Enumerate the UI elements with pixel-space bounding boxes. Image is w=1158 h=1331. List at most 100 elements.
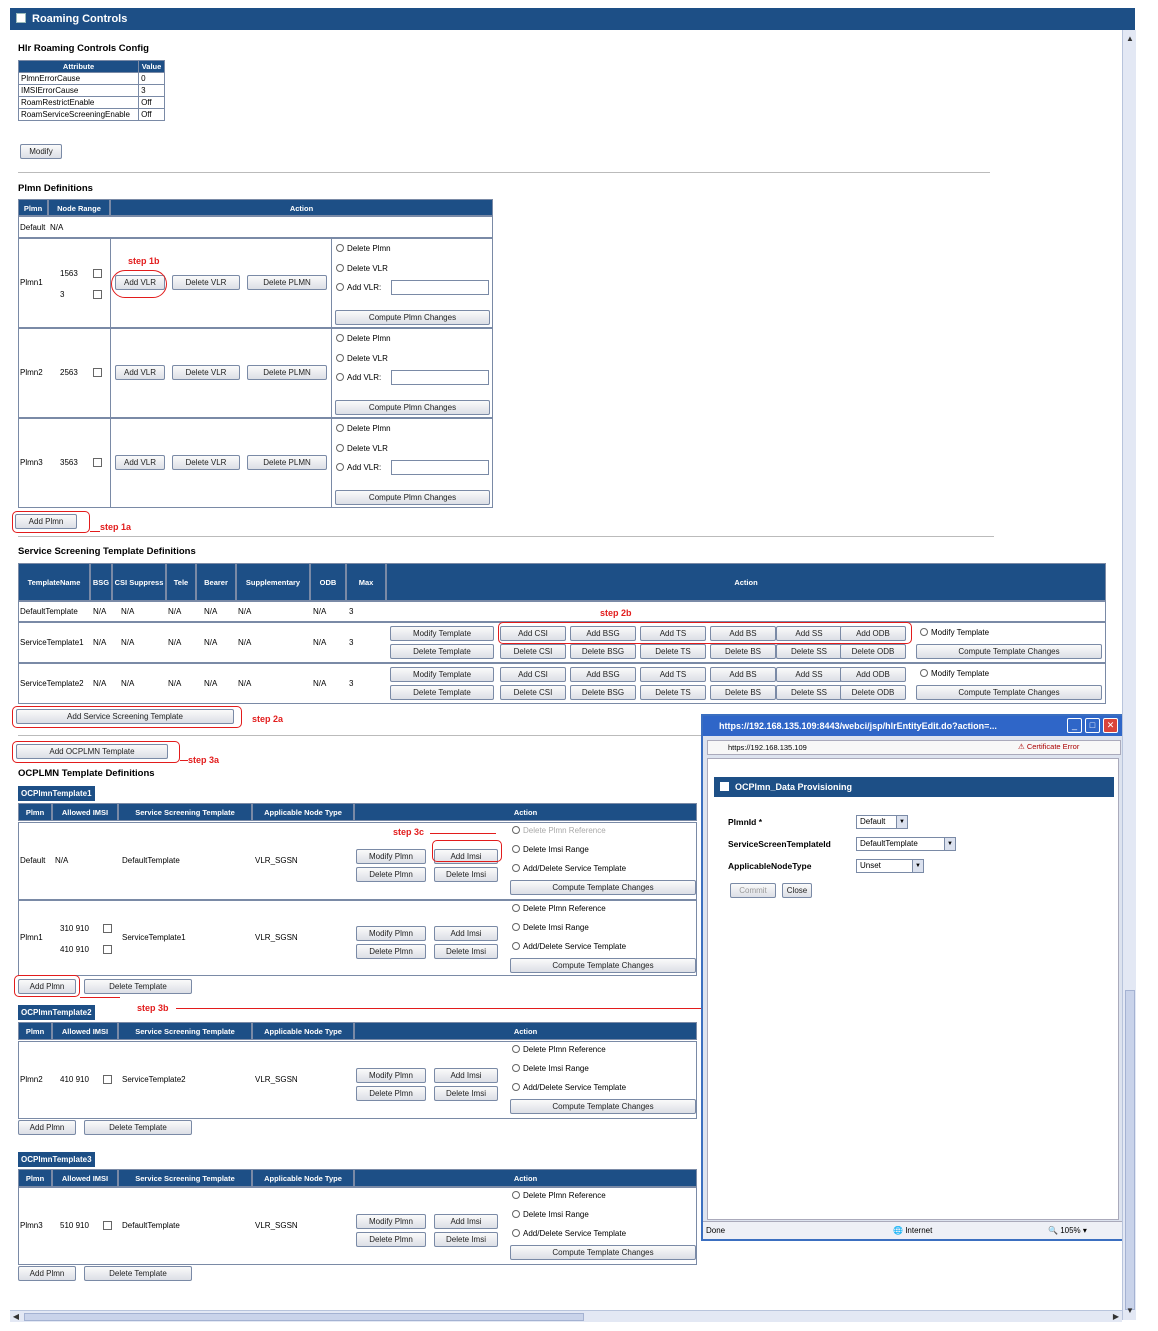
modify-template-button[interactable]: Modify Template — [390, 626, 494, 641]
add-delete-sst-radio[interactable]: Add/Delete Service Template — [512, 864, 626, 873]
delete-template-button[interactable]: Delete Template — [84, 1120, 192, 1135]
radio-icon[interactable] — [336, 334, 344, 342]
scroll-down-icon[interactable]: ▼ — [1124, 1304, 1136, 1318]
radio-icon[interactable] — [512, 845, 520, 853]
modify-plmn-button[interactable]: Modify Plmn — [356, 1068, 426, 1083]
delete-plmn-radio[interactable]: Delete Plmn — [336, 334, 391, 343]
radio-icon[interactable] — [512, 1064, 520, 1072]
radio-icon[interactable] — [336, 373, 344, 381]
delete-plmn-reference-radio[interactable]: Delete Plmn Reference — [512, 1191, 606, 1200]
delete-plmn-radio[interactable]: Delete Plmn — [336, 424, 391, 433]
delete-imsi-button[interactable]: Delete Imsi — [434, 1232, 498, 1247]
modify-plmn-button[interactable]: Modify Plmn — [356, 849, 426, 864]
radio-icon[interactable] — [512, 1083, 520, 1091]
delete-ts-button[interactable]: Delete TS — [640, 644, 706, 659]
add-ss-button[interactable]: Add SS — [776, 667, 842, 682]
delete-odb-button[interactable]: Delete ODB — [840, 644, 906, 659]
row-checkbox[interactable] — [93, 368, 102, 377]
compute-template-button[interactable]: Compute Template Changes — [510, 1245, 696, 1260]
delete-plmn-button[interactable]: Delete PLMN — [247, 455, 327, 470]
radio-icon[interactable] — [512, 942, 520, 950]
close-button[interactable]: Close — [782, 883, 812, 898]
delete-ss-button[interactable]: Delete SS — [776, 685, 842, 700]
delete-plmn-reference-radio[interactable]: Delete Plmn Reference — [512, 904, 606, 913]
delete-plmn-reference-radio[interactable]: Delete Plmn Reference — [512, 826, 606, 835]
delete-template-button[interactable]: Delete Template — [390, 644, 494, 659]
radio-icon[interactable] — [336, 354, 344, 362]
add-vlr-button[interactable]: Add VLR — [115, 365, 165, 380]
commit-button[interactable]: Commit — [730, 883, 776, 898]
delete-template-button[interactable]: Delete Template — [84, 1266, 192, 1281]
radio-icon[interactable] — [512, 1045, 520, 1053]
delete-ts-button[interactable]: Delete TS — [640, 685, 706, 700]
delete-plmn-button[interactable]: Delete PLMN — [247, 275, 327, 290]
add-csi-button[interactable]: Add CSI — [500, 667, 566, 682]
maximize-icon[interactable]: □ — [1085, 718, 1100, 733]
add-imsi-button[interactable]: Add Imsi — [434, 926, 498, 941]
modify-template-radio[interactable]: Modify Template — [920, 628, 989, 637]
radio-icon[interactable] — [920, 669, 928, 677]
radio-icon[interactable] — [512, 923, 520, 931]
modify-button[interactable]: Modify — [20, 144, 62, 159]
scroll-up-icon[interactable]: ▲ — [1124, 32, 1136, 46]
compute-template-button[interactable]: Compute Template Changes — [510, 1099, 696, 1114]
delete-bs-button[interactable]: Delete BS — [710, 644, 776, 659]
radio-icon[interactable] — [920, 628, 928, 636]
add-vlr-input[interactable] — [391, 370, 489, 385]
delete-imsi-range-radio[interactable]: Delete Imsi Range — [512, 845, 589, 854]
add-delete-sst-radio[interactable]: Add/Delete Service Template — [512, 942, 626, 951]
vertical-scrollbar[interactable]: ▲ ▼ — [1122, 30, 1136, 1320]
add-vlr-button[interactable]: Add VLR — [115, 455, 165, 470]
add-vlr-radio[interactable]: Add VLR: — [336, 373, 381, 382]
delete-plmn-reference-radio[interactable]: Delete Plmn Reference — [512, 1045, 606, 1054]
radio-icon[interactable] — [336, 283, 344, 291]
delete-plmn-button[interactable]: Delete Plmn — [356, 1232, 426, 1247]
plmnid-select[interactable]: Default ▼ — [856, 815, 908, 829]
delete-imsi-range-radio[interactable]: Delete Imsi Range — [512, 1210, 589, 1219]
delete-ss-button[interactable]: Delete SS — [776, 644, 842, 659]
delete-bsg-button[interactable]: Delete BSG — [570, 685, 636, 700]
radio-icon[interactable] — [512, 864, 520, 872]
delete-vlr-button[interactable]: Delete VLR — [172, 275, 240, 290]
row-checkbox[interactable] — [103, 1221, 112, 1230]
radio-icon[interactable] — [512, 1229, 520, 1237]
node-type-select[interactable]: Unset ▼ — [856, 859, 924, 873]
row-checkbox[interactable] — [103, 945, 112, 954]
radio-icon[interactable] — [512, 904, 520, 912]
delete-vlr-radio[interactable]: Delete VLR — [336, 444, 388, 453]
radio-icon[interactable] — [336, 424, 344, 432]
radio-icon[interactable] — [336, 264, 344, 272]
radio-icon[interactable] — [336, 244, 344, 252]
modify-plmn-button[interactable]: Modify Plmn — [356, 1214, 426, 1229]
delete-plmn-button[interactable]: Delete PLMN — [247, 365, 327, 380]
delete-imsi-range-radio[interactable]: Delete Imsi Range — [512, 923, 589, 932]
add-plmn-button[interactable]: Add Plmn — [18, 1266, 76, 1281]
compute-plmn-button[interactable]: Compute Plmn Changes — [335, 400, 490, 415]
add-vlr-input[interactable] — [391, 460, 489, 475]
delete-bs-button[interactable]: Delete BS — [710, 685, 776, 700]
delete-vlr-button[interactable]: Delete VLR — [172, 455, 240, 470]
zoom-control[interactable]: 🔍 105% ▾ — [1048, 1222, 1087, 1240]
add-ts-button[interactable]: Add TS — [640, 667, 706, 682]
delete-bsg-button[interactable]: Delete BSG — [570, 644, 636, 659]
add-delete-sst-radio[interactable]: Add/Delete Service Template — [512, 1083, 626, 1092]
sst-id-select[interactable]: DefaultTemplate ▼ — [856, 837, 956, 851]
delete-plmn-radio[interactable]: Delete Plmn — [336, 244, 391, 253]
compute-plmn-button[interactable]: Compute Plmn Changes — [335, 310, 490, 325]
modify-plmn-button[interactable]: Modify Plmn — [356, 926, 426, 941]
delete-imsi-button[interactable]: Delete Imsi — [434, 944, 498, 959]
add-delete-sst-radio[interactable]: Add/Delete Service Template — [512, 1229, 626, 1238]
delete-plmn-button[interactable]: Delete Plmn — [356, 867, 426, 882]
add-imsi-button[interactable]: Add Imsi — [434, 1068, 498, 1083]
delete-template-button[interactable]: Delete Template — [84, 979, 192, 994]
add-bsg-button[interactable]: Add BSG — [570, 667, 636, 682]
compute-template-button[interactable]: Compute Template Changes — [510, 880, 696, 895]
row-checkbox[interactable] — [93, 269, 102, 278]
row-checkbox[interactable] — [93, 290, 102, 299]
delete-odb-button[interactable]: Delete ODB — [840, 685, 906, 700]
radio-icon[interactable] — [512, 1210, 520, 1218]
row-checkbox[interactable] — [103, 924, 112, 933]
scroll-left-icon[interactable]: ◀ — [10, 1311, 22, 1323]
radio-icon[interactable] — [336, 444, 344, 452]
compute-template-button[interactable]: Compute Template Changes — [916, 685, 1102, 700]
